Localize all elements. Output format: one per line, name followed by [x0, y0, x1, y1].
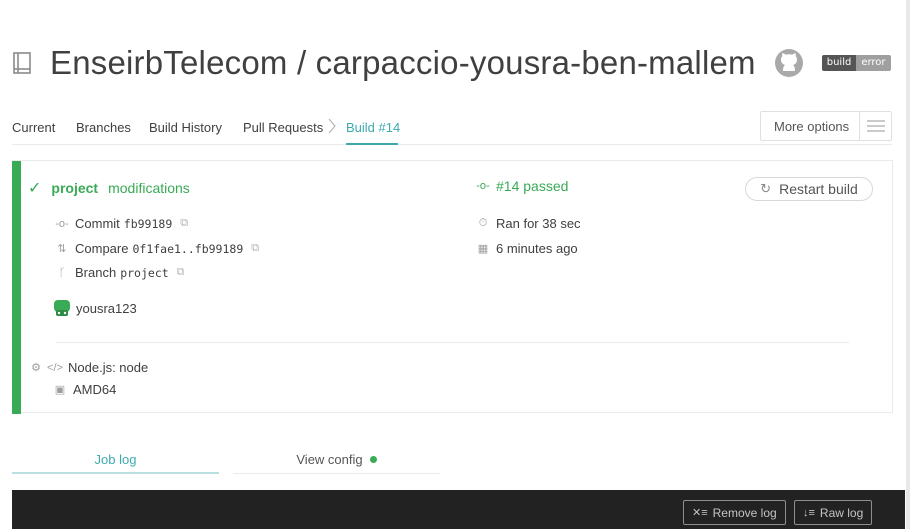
author-name: yousra123: [76, 300, 137, 316]
build-summary-card: ✓ project modifications -o- Commit fb991…: [12, 160, 893, 414]
active-tab-indicator: [346, 143, 398, 145]
raw-log-button[interactable]: ↓≡ Raw log: [794, 500, 873, 525]
stopwatch-icon: ⏱: [478, 217, 488, 229]
github-icon[interactable]: [774, 48, 804, 78]
branch-label: Branch: [75, 265, 117, 280]
more-options-label: More options: [774, 118, 850, 134]
arch-text: AMD64: [73, 382, 117, 397]
build-status-text[interactable]: #14 passed: [496, 178, 568, 194]
chevron-right-icon: [327, 116, 337, 141]
card-divider: [56, 342, 849, 343]
build-status-row[interactable]: -o- #14 passed: [475, 178, 568, 194]
commit-icon: -o-: [55, 217, 69, 230]
tab-current[interactable]: Current: [12, 120, 55, 135]
commit-sha[interactable]: fb99189: [124, 217, 172, 231]
tab-build-14[interactable]: Build #14: [346, 120, 400, 135]
commit-status-icon: -o-: [476, 180, 490, 192]
repo-header: EnseirbTelecom / carpaccio-yousra-ben-ma…: [12, 40, 891, 86]
git-branch-icon: ᚴ: [58, 266, 66, 279]
check-icon: ✓: [28, 180, 42, 197]
arch-row: ▣ AMD64: [52, 382, 117, 397]
restart-icon: ↻: [760, 181, 772, 196]
status-color-bar: [12, 161, 21, 414]
page-scrollbar[interactable]: [906, 0, 910, 529]
tab-job-log[interactable]: Job log: [12, 444, 219, 474]
build-status-badge[interactable]: build error: [821, 55, 891, 71]
config-status-dot: [369, 456, 377, 464]
commit-label: Commit: [75, 216, 120, 231]
remove-log-icon: ✕≡: [692, 507, 708, 519]
linux-icon: ⚙: [31, 362, 41, 374]
avatar: [54, 300, 70, 316]
log-toolbar: ✕≡ Remove log ↓≡ Raw log: [12, 490, 905, 529]
cpu-icon: ▣: [54, 384, 66, 396]
repo-book-icon: [12, 51, 34, 75]
branch-row[interactable]: ᚴ Branch project ⧉: [54, 265, 185, 280]
restart-build-label: Restart build: [779, 181, 858, 197]
language-row: ⚙ </> Node.js: node: [28, 360, 148, 375]
raw-log-icon: ↓≡: [803, 506, 815, 519]
language-text: Node.js: node: [68, 360, 149, 375]
duration-text: Ran for 38 sec: [496, 216, 581, 231]
finished-text: 6 minutes ago: [496, 241, 578, 256]
external-link-icon: ⧉: [176, 266, 185, 278]
author-row: yousra123: [54, 300, 137, 316]
hamburger-icon: [860, 120, 891, 132]
badge-label: build: [821, 55, 857, 71]
code-icon: </>: [47, 361, 63, 374]
branch-value[interactable]: project: [120, 266, 168, 280]
commit-message[interactable]: modifications: [108, 180, 190, 196]
compare-row[interactable]: ⇅ Compare 0f1fae1..fb99189 ⧉: [54, 241, 259, 256]
view-config-label: View config: [296, 452, 363, 467]
raw-log-label: Raw log: [819, 505, 864, 520]
more-options-button[interactable]: More options: [760, 111, 892, 141]
compare-range[interactable]: 0f1fae1..fb99189: [132, 242, 243, 256]
tab-build-history[interactable]: Build History: [149, 120, 222, 135]
commit-row[interactable]: -o- Commit fb99189 ⧉: [54, 216, 188, 231]
repo-title[interactable]: EnseirbTelecom / carpaccio-yousra-ben-ma…: [50, 44, 756, 82]
duration-row: ⏱ Ran for 38 sec: [475, 216, 581, 231]
remove-log-button[interactable]: ✕≡ Remove log: [683, 500, 786, 525]
calendar-icon: ▦: [477, 243, 489, 255]
compare-label: Compare: [75, 241, 129, 256]
tab-pull-requests[interactable]: Pull Requests: [243, 120, 323, 135]
finished-row: ▦ 6 minutes ago: [475, 241, 578, 256]
compare-icon: ⇅: [57, 243, 67, 255]
remove-log-label: Remove log: [712, 505, 777, 520]
tab-branches[interactable]: Branches: [76, 120, 131, 135]
badge-value: error: [856, 55, 891, 71]
external-link-icon: ⧉: [180, 217, 189, 229]
external-link-icon: ⧉: [251, 242, 260, 254]
restart-build-button[interactable]: ↻ Restart build: [745, 177, 873, 201]
branch-link[interactable]: project: [51, 180, 98, 196]
build-title-row: ✓ project modifications: [28, 178, 190, 198]
tab-view-config[interactable]: View config: [233, 444, 440, 474]
job-log-label: Job log: [94, 452, 137, 467]
